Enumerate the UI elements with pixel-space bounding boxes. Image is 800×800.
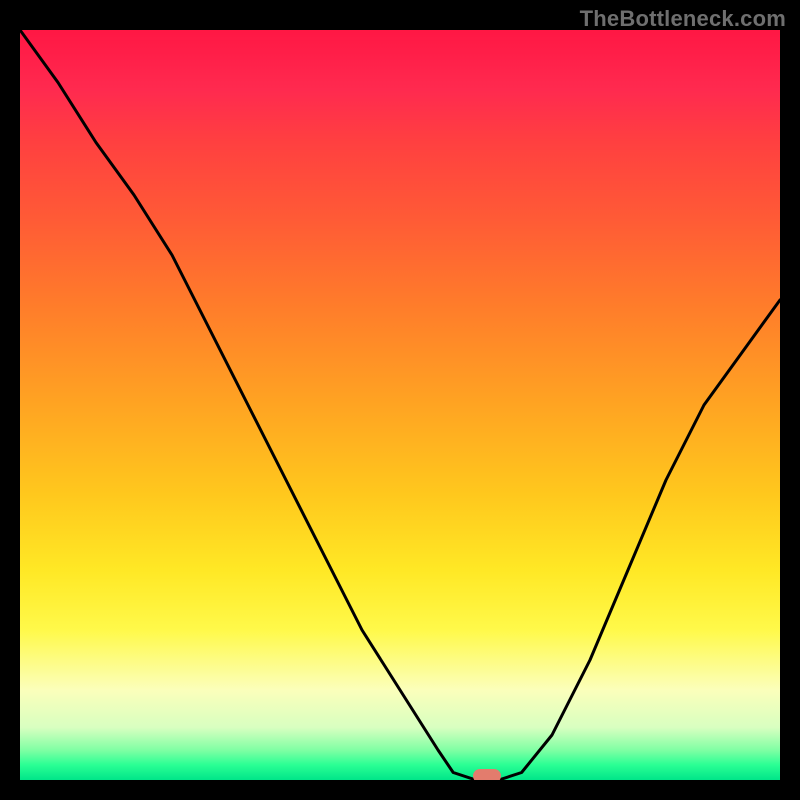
curve-svg — [20, 30, 780, 780]
watermark-text: TheBottleneck.com — [580, 6, 786, 32]
bottleneck-curve — [20, 30, 780, 780]
optimal-point-marker — [473, 769, 501, 780]
plot-area — [20, 30, 780, 780]
chart-frame: TheBottleneck.com — [0, 0, 800, 800]
